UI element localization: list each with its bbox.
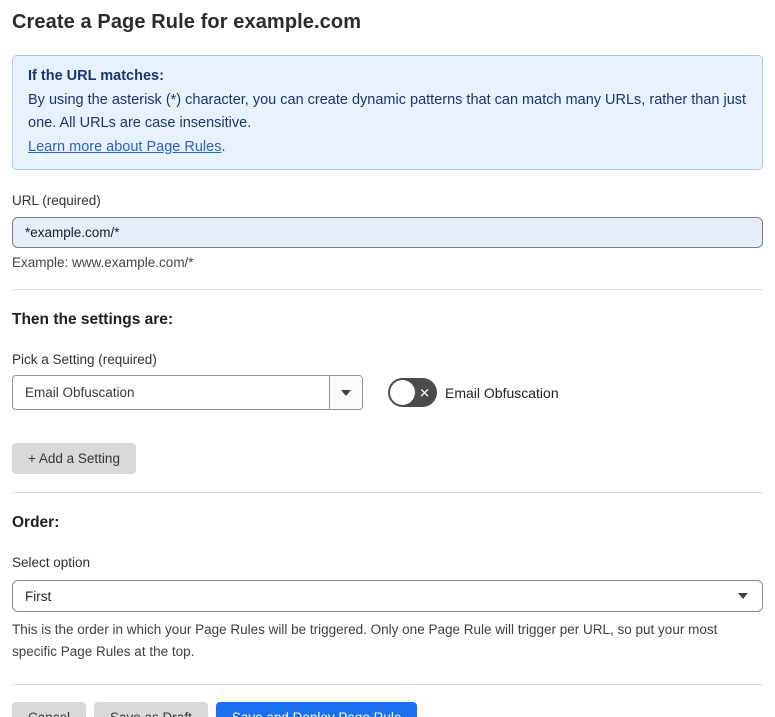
order-helper-text: This is the order in which your Page Rul… (12, 622, 718, 659)
order-select-value: First (25, 588, 52, 604)
chevron-down-icon (341, 389, 351, 396)
learn-more-link[interactable]: Learn more about Page Rules (28, 139, 221, 155)
save-and-deploy-button[interactable]: Save and Deploy Page Rule (215, 702, 418, 717)
url-label: URL (required) (12, 193, 101, 208)
url-example-helper: Example: www.example.com/* (12, 255, 194, 270)
footer-actions: Cancel Save as Draft Save and Deploy Pag… (12, 702, 763, 717)
email-obfuscation-toggle[interactable]: ✕ (388, 378, 437, 407)
info-box-link-line: Learn more about Page Rules. (28, 136, 747, 160)
setting-dropdown[interactable]: Email Obfuscation (12, 375, 363, 410)
toggle-knob (390, 380, 415, 405)
setting-dropdown-arrow-button[interactable] (329, 376, 362, 409)
divider (12, 492, 763, 493)
order-select[interactable]: First (12, 580, 763, 612)
cancel-button[interactable]: Cancel (12, 702, 87, 717)
url-matches-info-box: If the URL matches: By using the asteris… (12, 55, 763, 170)
add-setting-button[interactable]: + Add a Setting (12, 443, 136, 474)
page-title: Create a Page Rule for example.com (12, 11, 362, 33)
setting-dropdown-value: Email Obfuscation (25, 385, 135, 400)
order-section-heading: Order: (12, 514, 60, 531)
settings-section-heading: Then the settings are: (12, 311, 174, 328)
create-page-rule-form: Create a Page Rule for example.com If th… (0, 0, 775, 717)
order-select-label: Select option (12, 555, 91, 570)
info-box-body: By using the asterisk (*) character, you… (28, 91, 747, 132)
link-suffix: . (221, 138, 226, 155)
setting-row: Email Obfuscation ✕ Email Obfuscation (12, 375, 763, 410)
url-input[interactable] (12, 217, 763, 248)
save-as-draft-button[interactable]: Save as Draft (94, 702, 208, 717)
divider (12, 684, 763, 685)
chevron-down-icon (738, 593, 748, 599)
toggle-off-x-icon: ✕ (419, 385, 430, 400)
pick-setting-label: Pick a Setting (required) (12, 352, 157, 367)
divider (12, 289, 763, 290)
email-obfuscation-toggle-label: Email Obfuscation (445, 384, 559, 401)
info-box-heading: If the URL matches: (28, 68, 164, 84)
